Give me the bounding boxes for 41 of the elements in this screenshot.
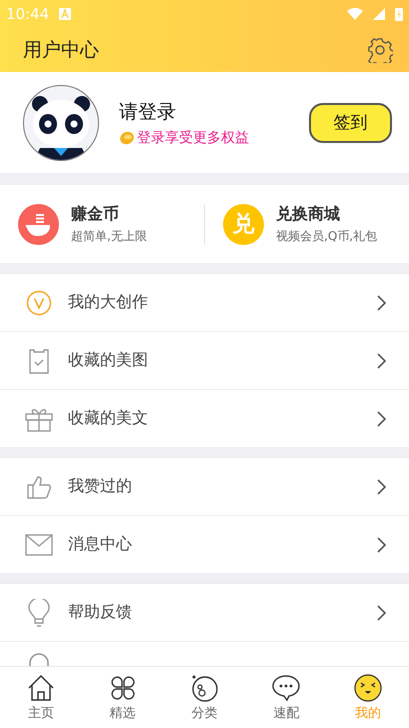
smiley-icon xyxy=(354,674,382,702)
check-in-button[interactable]: 签到 xyxy=(309,102,392,142)
home-icon xyxy=(26,674,55,702)
coin-icon xyxy=(119,130,135,144)
chevron-right-icon xyxy=(377,536,387,552)
menu-row[interactable]: 收藏的美图 xyxy=(0,331,409,389)
tab[interactable]: 分类 xyxy=(164,667,246,728)
planet-icon xyxy=(190,674,218,702)
feature-title[interactable]: 兑换商城 xyxy=(276,204,378,224)
feature-subtitle: 超简单,无上限 xyxy=(71,228,147,244)
chevron-right-icon xyxy=(377,604,387,620)
battery-icon xyxy=(395,7,403,21)
hand-icon[interactable] xyxy=(18,204,59,244)
feature-subtitle: 视频会员,Q币,礼包 xyxy=(276,228,378,244)
menu-row[interactable]: 收藏的美文 xyxy=(0,389,409,447)
clock-time: 10:44 xyxy=(6,5,50,23)
chevron-right-icon xyxy=(377,294,387,310)
wifi-icon xyxy=(347,8,363,20)
feature-title[interactable]: 赚金币 xyxy=(71,204,147,224)
tab[interactable]: 速配 xyxy=(245,667,328,728)
menu-row[interactable]: 我赞过的 xyxy=(0,457,409,515)
chevron-right-icon xyxy=(377,352,387,368)
thumbs-up-icon xyxy=(26,474,52,500)
tab[interactable]: 精选 xyxy=(82,667,164,728)
menu-row[interactable]: 消息中心 xyxy=(0,515,409,573)
login-benefit-text: 登录享受更多权益 xyxy=(119,128,309,146)
chat-bubble-icon xyxy=(271,674,302,702)
headset-icon xyxy=(27,651,51,666)
signal-icon xyxy=(373,8,385,20)
notification-icon xyxy=(59,8,72,20)
lightbulb-icon xyxy=(27,598,51,626)
page-title: 用户中心 xyxy=(23,38,100,63)
envelope-icon xyxy=(25,534,53,556)
chevron-right-icon xyxy=(377,478,387,494)
chevron-right-icon xyxy=(377,410,387,426)
menu-row[interactable]: 我的大创作 xyxy=(0,273,409,331)
v-circle-icon xyxy=(26,290,52,316)
settings-icon[interactable] xyxy=(367,37,393,63)
tab[interactable]: 主页 xyxy=(0,667,82,728)
login-prompt[interactable]: 请登录 xyxy=(119,98,309,124)
clover-icon xyxy=(108,674,137,702)
